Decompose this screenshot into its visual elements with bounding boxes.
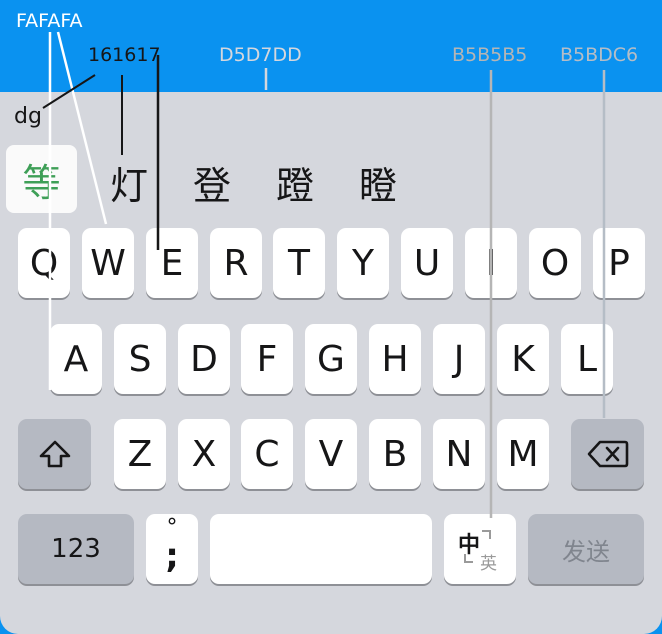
annotation-leader-lines (42, 31, 606, 518)
